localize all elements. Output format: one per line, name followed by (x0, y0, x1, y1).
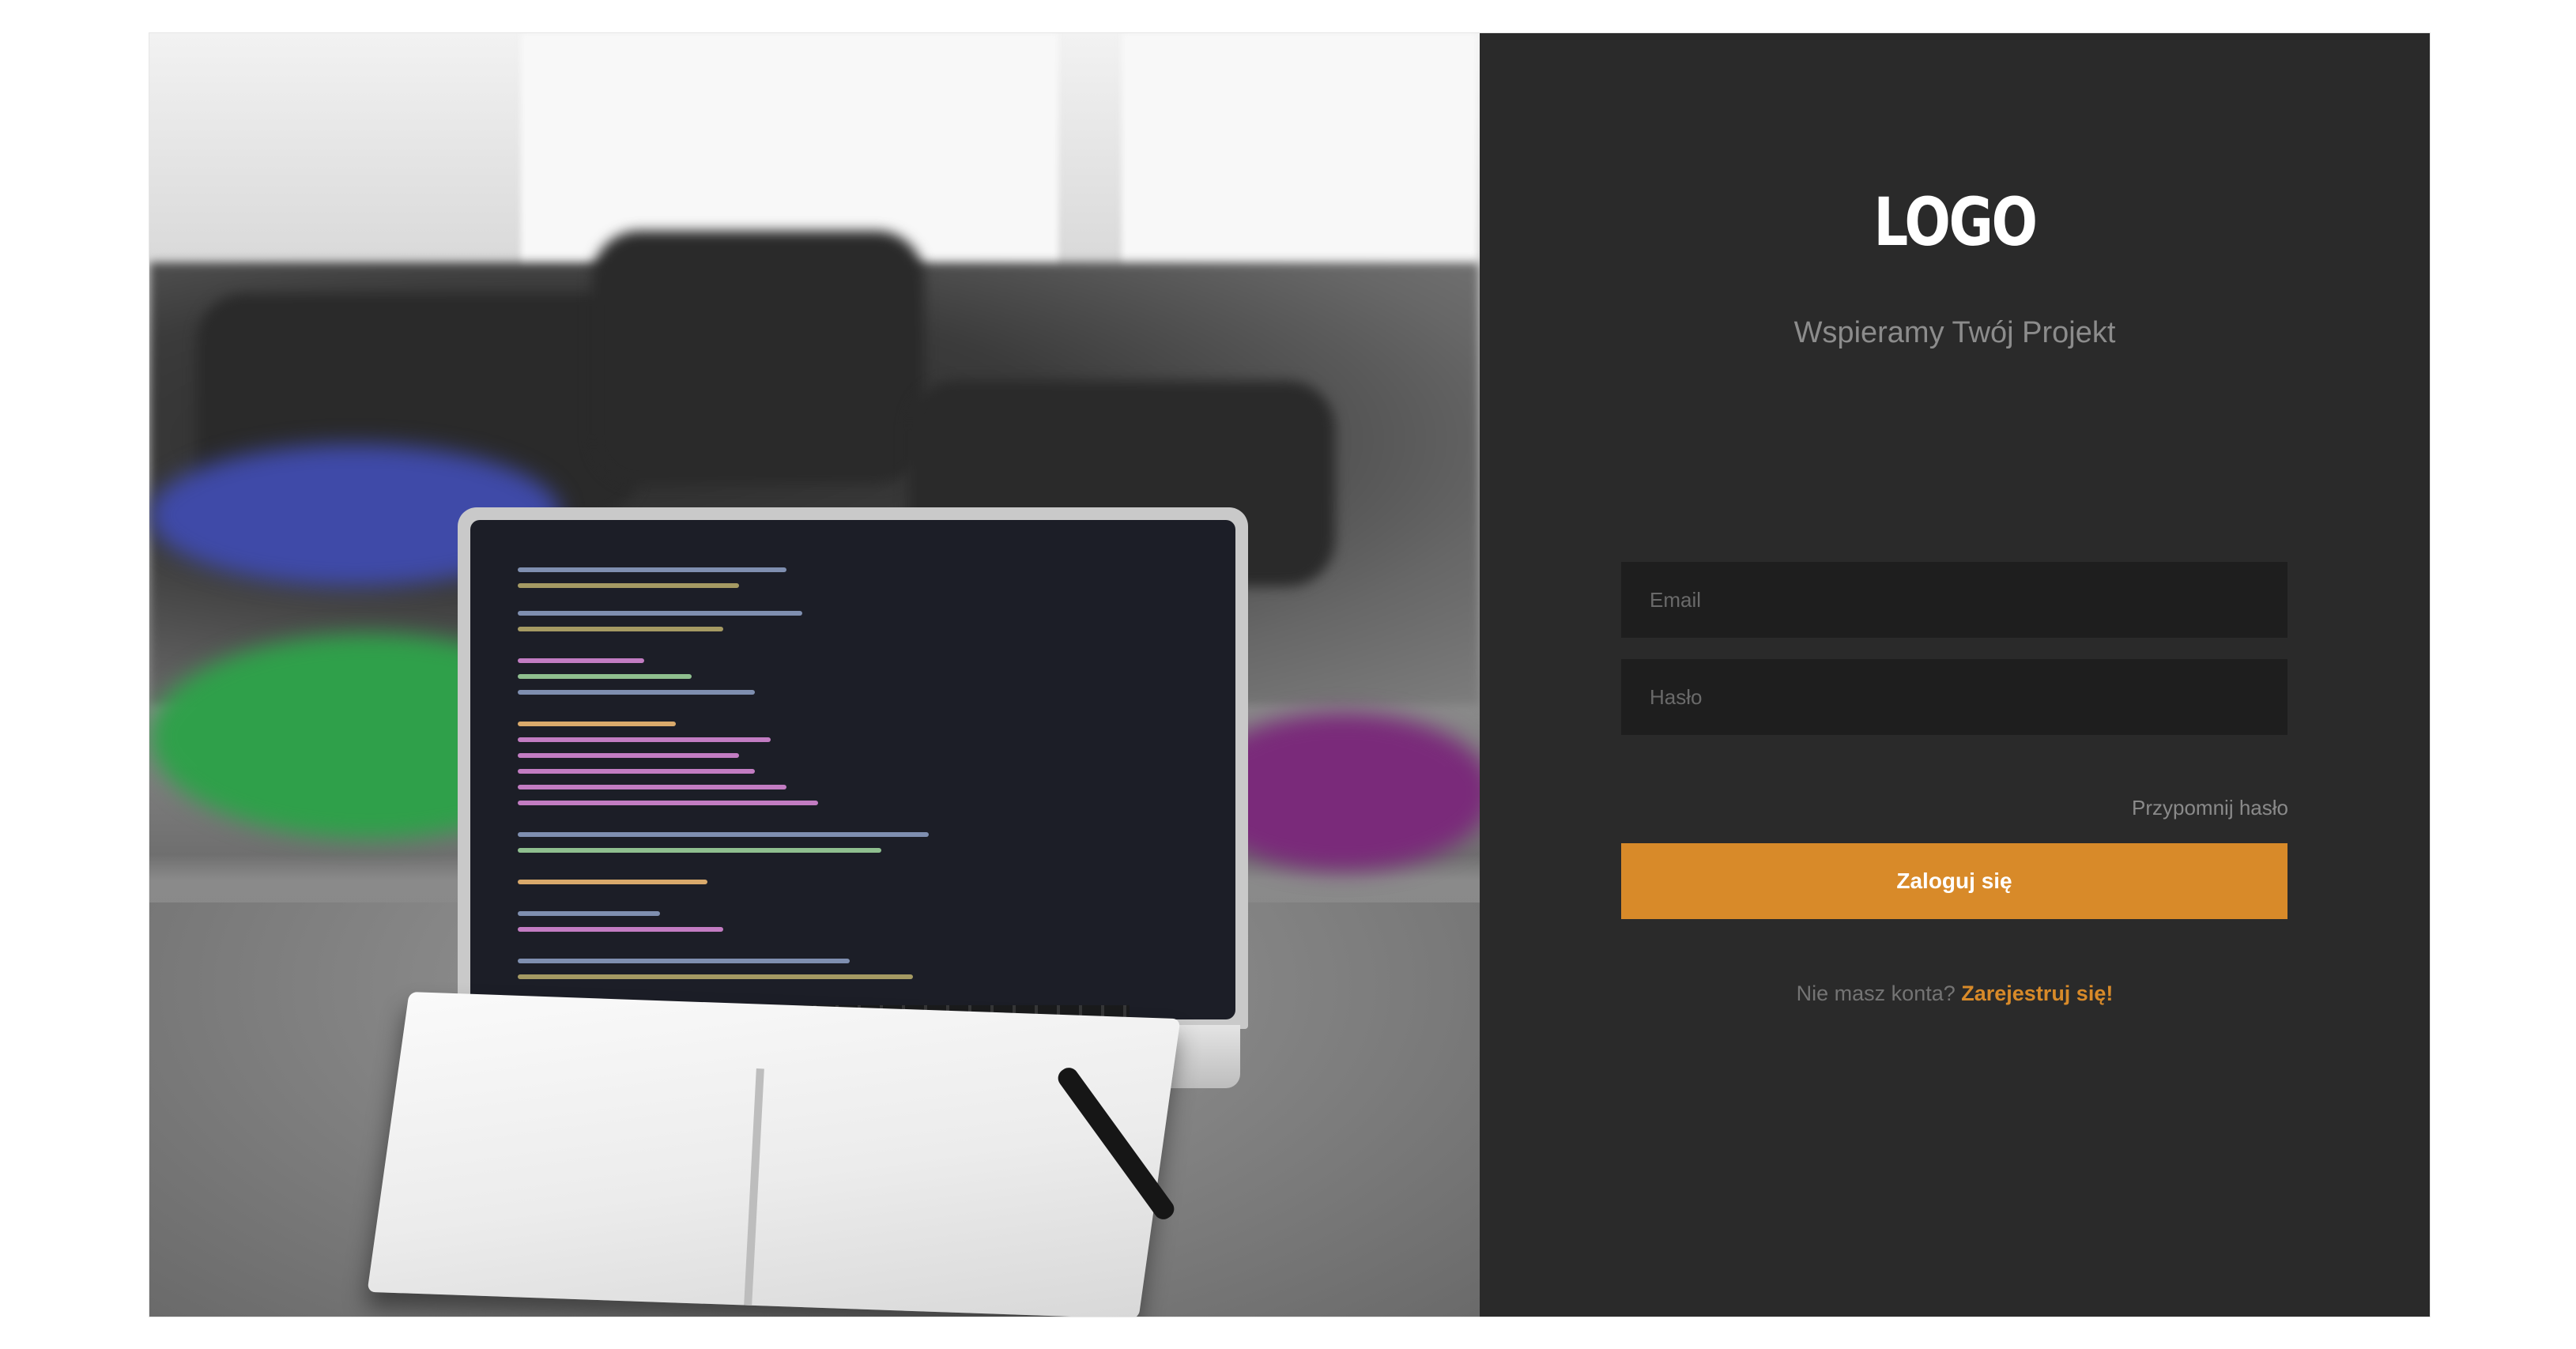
tagline: Wspieramy Twój Projekt (1793, 316, 2116, 349)
register-link[interactable]: Zarejestruj się! (1961, 982, 2113, 1005)
code-line (518, 737, 771, 742)
code-line (518, 627, 723, 631)
sofa-cushion (592, 231, 924, 484)
password-field[interactable] (1621, 659, 2287, 735)
code-line (518, 722, 676, 726)
logo: LOGO (1873, 183, 2038, 261)
hero-photo (149, 33, 1480, 1317)
laptop (458, 507, 1248, 1029)
code-line (518, 959, 850, 963)
code-line (518, 611, 802, 616)
forgot-password-link[interactable]: Przypomnij hasło (2132, 796, 2288, 820)
login-panel: LOGO Wspieramy Twój Projekt Przypomnij h… (1480, 33, 2430, 1317)
code-line (518, 658, 644, 663)
code-line (518, 974, 913, 979)
code-line (518, 832, 929, 837)
code-line (518, 690, 755, 695)
login-card: LOGO Wspieramy Twój Projekt Przypomnij h… (149, 33, 2430, 1317)
code-line (518, 927, 723, 932)
code-line (518, 911, 660, 916)
code-line (518, 880, 707, 884)
code-line (518, 801, 818, 805)
code-line (518, 848, 881, 853)
register-prompt: Nie masz konta? (1796, 982, 1962, 1005)
open-notebook (367, 992, 1181, 1317)
login-button[interactable]: Zaloguj się (1621, 843, 2287, 919)
code-line (518, 567, 786, 572)
code-line (518, 769, 755, 774)
register-prompt-line: Nie masz konta? Zarejestruj się! (1480, 982, 2430, 1006)
email-field[interactable] (1621, 562, 2287, 638)
code-line (518, 753, 739, 758)
window-light (1122, 33, 1477, 270)
code-line (518, 785, 786, 789)
code-editor-screen (470, 520, 1235, 1019)
code-line (518, 674, 692, 679)
code-line (518, 583, 739, 588)
